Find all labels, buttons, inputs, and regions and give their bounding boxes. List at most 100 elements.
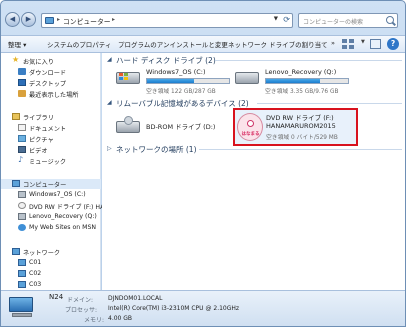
expand-chevron-icon[interactable]: ▷ [107,145,112,152]
help-icon[interactable]: ? [387,38,399,50]
system-properties-button[interactable]: システムのプロパティ [47,39,111,49]
breadcrumb-separator-icon[interactable]: ▸ [112,16,115,23]
computer-icon [12,180,20,187]
drive-usage-bar [265,78,349,84]
pictures-icon [18,135,26,142]
nav-item-label: C01 [29,259,42,266]
computer-icon [45,17,54,24]
group-title: ネットワークの場所 (1) [116,145,197,154]
nav-favorites[interactable]: ★ お気に入り [1,55,101,66]
nav-item-label: DVD RW ドライブ (F:) HA [29,204,105,211]
drive-usage-fill [147,79,194,83]
command-bar: 整理 ▾ システムのプロパティ プログラムのアンインストールと変更 ネットワーク… [1,35,405,53]
nav-libraries[interactable]: ライブラリ [1,112,101,122]
breadcrumb-computer[interactable]: コンピューター [63,16,111,26]
view-options-chevron-icon[interactable]: ▼ [361,39,365,45]
memory-key: メモリ: [84,317,105,324]
nav-item-recent-places[interactable]: 最近表示した場所 [1,89,101,99]
nav-item-label: C03 [29,281,42,288]
nav-item-label: C02 [29,270,42,277]
nav-network-label: ネットワーク [23,250,61,257]
nav-item-music[interactable]: ♪ ミュージック [1,155,101,166]
drive-q[interactable]: Lenovo_Recovery (Q:) 空き領域 3.35 GB/9.76 G… [235,68,355,98]
drive-free-space: 空き領域 122 GB/287 GB [146,89,216,95]
collapse-chevron-icon[interactable]: ◢ [107,56,112,63]
breadcrumb-separator-icon[interactable]: ▸ [57,16,60,23]
nav-item-label: ダウンロード [29,70,67,77]
recent-places-icon [18,90,26,97]
nav-item-label: 最近表示した場所 [29,92,79,99]
nav-item-drive-f[interactable]: DVD RW ドライブ (F:) HA [1,201,105,211]
star-icon: ★ [12,55,20,64]
back-button[interactable]: ◀ [5,12,20,27]
hard-drive-icon [235,72,259,84]
group-header-network[interactable]: ▷ ネットワークの場所 (1) [107,144,402,155]
map-network-drive-button[interactable]: ネットワーク ドライブの割り当て [228,39,328,49]
group-header-hdd[interactable]: ◢ ハード ディスク ドライブ (2) [107,55,402,66]
drive-d[interactable]: BD-ROM ドライブ (D:) [116,115,236,145]
nav-item-pictures[interactable]: ピクチャ [1,134,101,144]
search-placeholder: コンピューターの検索 [303,19,364,26]
download-folder-icon [18,68,26,75]
bd-rom-drive-icon [116,116,140,133]
forward-button[interactable]: ▶ [21,12,36,27]
chevron-down-icon[interactable]: ▼ [274,16,278,22]
hard-drive-icon [18,191,26,198]
content-area: ◢ ハード ディスク ドライブ (2) Windows7_OS (C:) 空き領… [102,53,405,290]
desktop-icon [18,79,26,86]
nav-item-desktop[interactable]: デスクトップ [1,78,101,88]
search-input[interactable]: コンピューターの検索 [298,13,398,28]
nav-item-c01[interactable]: C01 [1,258,101,268]
title-bar: ◀ ▶ ▸ コンピューター ▸ ▼ ⟳ コンピューターの検索 [1,1,405,35]
nav-item-documents[interactable]: ドキュメント [1,123,101,133]
dvd-drive-icon [18,202,26,209]
windows-logo-icon [119,73,129,81]
nav-computer-label: コンピューター [23,182,67,189]
group-title: ハード ディスク ドライブ (2) [116,56,216,65]
videos-icon [18,146,26,153]
processor-key: プロセッサ: [65,307,98,314]
processor-value: Intel(R) Core(TM) i3-2310M CPU @ 2.10GHz [108,305,240,312]
nav-item-drive-q[interactable]: Lenovo_Recovery (Q:) [1,212,101,222]
computer-icon [9,297,35,319]
nav-item-label: Windows7_OS (C:) [29,191,86,198]
nav-favorites-label: お気に入り [23,59,54,66]
nav-item-label: ビデオ [29,148,48,155]
nav-network[interactable]: ネットワーク [1,247,101,257]
network-computer-icon [18,259,26,266]
nav-item-drive-c[interactable]: Windows7_OS (C:) [1,190,101,200]
network-computer-icon [18,270,26,277]
group-divider [215,60,402,61]
address-bar[interactable]: ▸ コンピューター ▸ ▼ ⟳ [41,13,293,28]
domain-key: ドメイン: [67,297,94,304]
globe-icon [18,224,26,231]
group-title: リムーバブル記憶域があるデバイス (2) [116,99,249,108]
explorer-window: ◀ ▶ ▸ コンピューター ▸ ▼ ⟳ コンピューターの検索 整理 ▾ システム… [0,0,406,327]
search-icon[interactable] [386,16,394,24]
more-commands-button[interactable]: » [331,39,335,47]
uninstall-program-button[interactable]: プログラムのアンインストールと変更 [118,39,228,49]
nav-computer[interactable]: コンピューター [1,179,101,189]
nav-item-label: ピクチャ [29,137,54,144]
drive-name: BD-ROM ドライブ (D:) [146,123,216,131]
organize-button[interactable]: 整理 ▾ [8,39,26,49]
refresh-icon[interactable]: ⟳ [283,15,290,24]
preview-pane-icon[interactable] [370,39,381,49]
nav-item-msn[interactable]: My Web Sites on MSN [1,223,101,233]
nav-libraries-label: ライブラリ [23,115,54,122]
nav-item-downloads[interactable]: ダウンロード [1,67,101,77]
nav-item-label: My Web Sites on MSN [29,224,97,231]
drive-volume-label: HANAMARUROM2015 [266,122,336,130]
nav-item-c03[interactable]: C03 [1,280,101,290]
disc-label-text: はなまる [241,132,260,137]
hard-drive-icon [116,72,140,84]
computer-name: N24 [49,293,64,301]
nav-item-c02[interactable]: C02 [1,269,101,279]
drive-f-selected[interactable]: はなまる DVD RW ドライブ (F:) HANAMARUROM2015 空き… [233,108,358,146]
change-view-icon[interactable] [342,39,358,50]
nav-item-videos[interactable]: ビデオ [1,145,101,155]
collapse-chevron-icon[interactable]: ◢ [107,99,112,106]
navigation-pane: ★ お気に入り ダウンロード デスクトップ 最近表示した場所 ライブラリ ドキュ… [1,53,105,290]
drive-c[interactable]: Windows7_OS (C:) 空き領域 122 GB/287 GB [116,68,236,98]
hard-drive-icon [18,213,26,220]
